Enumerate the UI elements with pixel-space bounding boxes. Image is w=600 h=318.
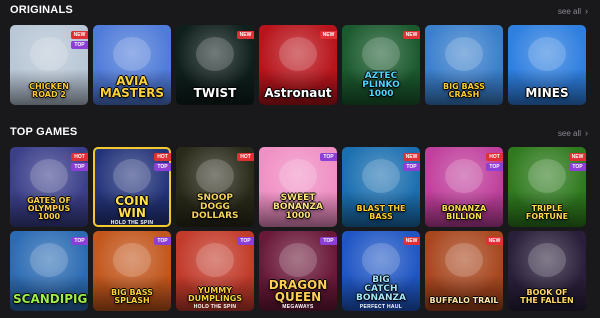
hot-badge: HOT — [486, 153, 503, 161]
game-subtitle: HOLD THE SPIN — [110, 220, 154, 226]
game-title: BIG BASS SPLASH — [111, 288, 153, 305]
game-title: BOOK OF THE FALLEN — [520, 288, 574, 305]
see-all-label: see all — [557, 128, 581, 138]
game-title: SCANDIPIGS — [13, 292, 88, 306]
game-tile-gates-of-olympus-1000[interactable]: GATES OF OLYMPUS 1000 HOT TOP — [10, 147, 88, 227]
game-artwork — [445, 37, 483, 71]
game-artwork — [362, 159, 400, 193]
top-badge: TOP — [320, 237, 337, 245]
hot-badge: HOT — [71, 153, 88, 161]
top-games-section-title: TOP GAMES — [10, 126, 78, 138]
game-tile-big-bass-crash[interactable]: BIG BASS CRASH — [425, 25, 503, 105]
game-tile-sweet-bonanza-1000[interactable]: SWEET BONANZA 1000 TOP — [259, 147, 337, 227]
game-tile-mines[interactable]: MINES — [508, 25, 586, 105]
game-artwork — [528, 159, 566, 193]
game-tile-book-of-the-fallen[interactable]: BOOK OF THE FALLEN — [508, 231, 586, 311]
new-badge: NEW — [320, 31, 337, 39]
top-badge: TOP — [569, 163, 586, 171]
game-subtitle: PERFECT HAUL — [359, 304, 403, 310]
game-title: SWEET BONANZA 1000 — [272, 193, 324, 221]
top-badge: TOP — [486, 163, 503, 171]
game-title: AVIA MASTERS — [99, 74, 165, 100]
game-subtitle: MEGAWAYS — [282, 304, 314, 310]
game-title: Astronaut — [264, 86, 332, 100]
hot-badge: HOT — [154, 153, 171, 161]
game-tile-astronaut[interactable]: Astronaut NEW — [259, 25, 337, 105]
game-tile-dragon-queen[interactable]: DRAGON QUEEN MEGAWAYS TOP — [259, 231, 337, 311]
game-title: BONANZA BILLION — [441, 204, 487, 221]
game-tile-yummy-dumplings[interactable]: YUMMY DUMPLINGS HOLD THE SPIN TOP — [176, 231, 254, 311]
game-title: COIN WIN — [115, 194, 149, 220]
top-badge: TOP — [154, 237, 171, 245]
see-all-label: see all — [557, 6, 581, 16]
game-artwork — [30, 37, 68, 71]
game-artwork — [113, 159, 151, 193]
originals-see-all-link[interactable]: see all › — [558, 6, 588, 16]
game-artwork — [279, 37, 317, 71]
top-badge: TOP — [320, 153, 337, 161]
game-artwork — [196, 37, 234, 71]
game-tile-buffalo-trail[interactable]: BUFFALO TRAIL NEW — [425, 231, 503, 311]
game-tile-big-catch-bonanza[interactable]: BIG CATCH BONANZA PERFECT HAUL NEW — [342, 231, 420, 311]
game-tile-scandipigs[interactable]: SCANDIPIGS TOP — [10, 231, 88, 311]
new-badge: NEW — [569, 153, 586, 161]
new-badge: NEW — [403, 31, 420, 39]
chevron-right-icon: › — [585, 128, 588, 138]
game-tile-avia-masters[interactable]: AVIA MASTERS — [93, 25, 171, 105]
game-title: DRAGON QUEEN — [268, 278, 328, 304]
game-title: CHICKEN ROAD 2 — [29, 82, 69, 99]
game-artwork — [113, 37, 151, 71]
new-badge: NEW — [403, 153, 420, 161]
game-tile-blast-the-bass[interactable]: BLAST THE BASS NEW TOP — [342, 147, 420, 227]
game-tile-snoop-dogg-dollars[interactable]: SNOOP DOGG DOLLARS HOT — [176, 147, 254, 227]
game-title: BIG CATCH BONANZA — [355, 275, 407, 303]
game-artwork — [196, 159, 234, 193]
game-title: TWIST — [193, 86, 237, 100]
game-title: BUFFALO TRAIL — [429, 296, 499, 305]
game-artwork — [362, 243, 400, 277]
game-tile-triple-fortune[interactable]: TRIPLE FORTUNE NEW TOP — [508, 147, 586, 227]
game-artwork — [30, 243, 68, 277]
chevron-right-icon: › — [585, 6, 588, 16]
hot-badge: HOT — [237, 153, 254, 161]
game-title: GATES OF OLYMPUS 1000 — [27, 196, 71, 221]
game-title: MINES — [525, 86, 569, 100]
game-tile-twist[interactable]: TWIST NEW — [176, 25, 254, 105]
game-artwork — [445, 159, 483, 193]
game-title: SNOOP DOGG DOLLARS — [191, 193, 239, 221]
game-tile-coin-win[interactable]: COIN WIN HOLD THE SPIN HOT TOP — [93, 147, 171, 227]
originals-section-title: ORIGINALS — [10, 4, 73, 16]
top-badge: TOP — [403, 163, 420, 171]
new-badge: NEW — [486, 237, 503, 245]
top-badge: TOP — [71, 237, 88, 245]
new-badge: NEW — [403, 237, 420, 245]
game-tile-aztec-plinko-1000[interactable]: AZTEC PLINKO 1000 NEW — [342, 25, 420, 105]
top-badge: TOP — [71, 163, 88, 171]
top-badge: TOP — [237, 237, 254, 245]
game-artwork — [30, 159, 68, 193]
game-tile-bonanza-billion[interactable]: BONANZA BILLION HOT TOP — [425, 147, 503, 227]
game-artwork — [279, 243, 317, 277]
game-artwork — [528, 243, 566, 277]
top-badge: TOP — [154, 163, 171, 171]
game-title: AZTEC PLINKO 1000 — [362, 71, 400, 99]
game-artwork — [445, 243, 483, 277]
game-tile-chicken-road-2[interactable]: CHICKEN ROAD 2 NEW TOP — [10, 25, 88, 105]
top-games-see-all-link[interactable]: see all › — [558, 128, 588, 138]
game-title: BIG BASS CRASH — [443, 82, 485, 99]
game-subtitle: HOLD THE SPIN — [193, 304, 237, 310]
game-title: YUMMY DUMPLINGS — [187, 286, 243, 303]
game-tile-big-bass-splash[interactable]: BIG BASS SPLASH TOP — [93, 231, 171, 311]
game-artwork — [196, 243, 234, 277]
new-badge: NEW — [71, 31, 88, 39]
top-badge: TOP — [71, 41, 88, 49]
game-artwork — [528, 37, 566, 71]
game-artwork — [113, 243, 151, 277]
game-artwork — [362, 37, 400, 71]
game-title: BLAST THE BASS — [356, 204, 406, 221]
new-badge: NEW — [237, 31, 254, 39]
game-artwork — [279, 159, 317, 193]
game-title: TRIPLE FORTUNE — [525, 204, 569, 221]
